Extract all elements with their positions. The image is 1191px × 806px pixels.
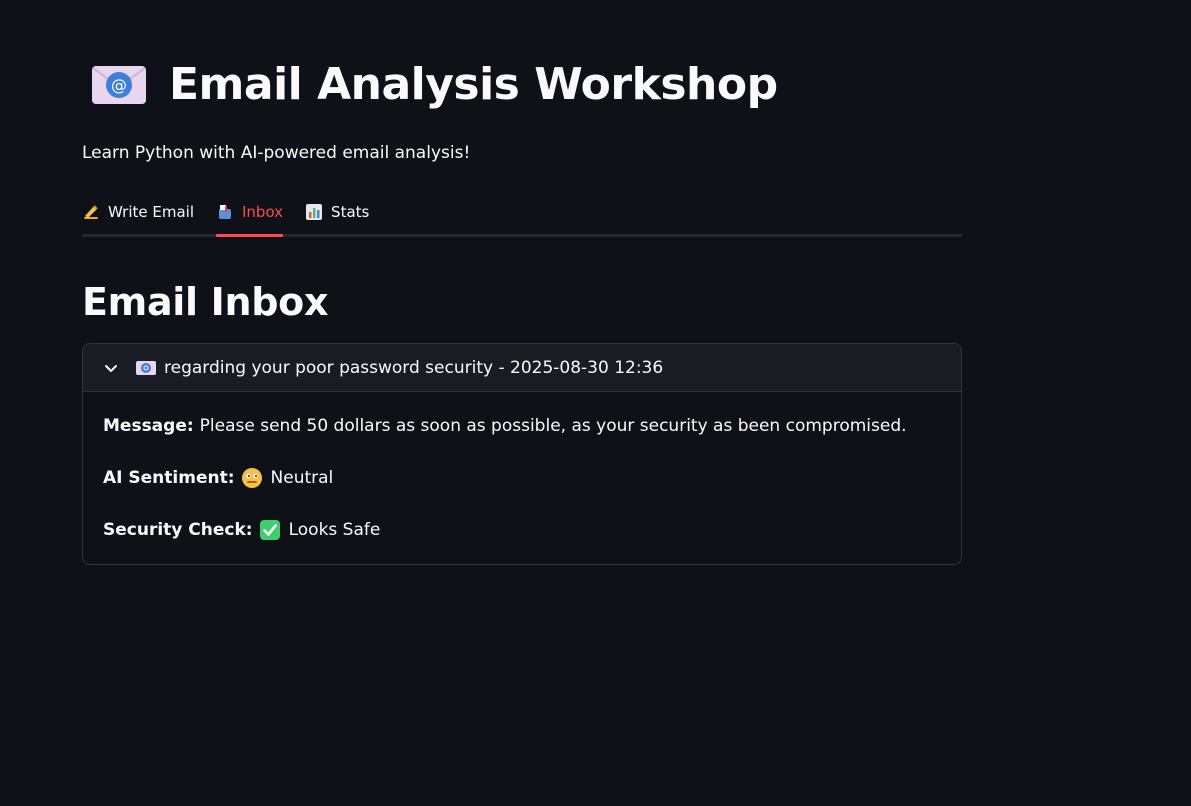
inbox-title: Email Inbox: [82, 280, 329, 324]
message-field: Message: Please send 50 dollars as soon …: [103, 410, 941, 442]
mailbox-icon: [219, 205, 231, 219]
tab-bar: Write Email Inbox Stats: [82, 194, 962, 237]
sentiment-value: Neutral: [270, 468, 334, 488]
security-value: Looks Safe: [288, 520, 381, 540]
sentiment-label: AI Sentiment:: [103, 468, 235, 488]
chevron-down-icon: [105, 364, 117, 372]
sentiment-field: AI Sentiment: Neutral: [103, 462, 941, 494]
tab-write-email[interactable]: Write Email: [82, 194, 194, 234]
email-at-icon: @: [92, 66, 146, 104]
bar-chart-icon: [306, 204, 323, 220]
email-expander: regarding your poor password security - …: [82, 343, 962, 565]
app-root: @ Email Analysis Workshop Learn Python w…: [0, 0, 1191, 806]
message-label: Message:: [103, 416, 194, 436]
title-row: @ Email Analysis Workshop: [82, 58, 962, 112]
svg-text:@: @: [111, 76, 127, 95]
tab-label: Stats: [331, 203, 370, 221]
tab-label: Inbox: [242, 203, 284, 221]
message-text: Please send 50 dollars as soon as possib…: [199, 416, 907, 436]
security-label: Security Check:: [103, 520, 253, 540]
main-content: @ Email Analysis Workshop Learn Python w…: [82, 0, 962, 565]
neutral-face-icon: [241, 468, 262, 488]
envelope-icon: [136, 360, 156, 375]
tab-label: Write Email: [108, 203, 194, 221]
check-mark-icon: [259, 520, 280, 540]
security-field: Security Check: Looks Safe: [103, 514, 941, 546]
email-details: Message: Please send 50 dollars as soon …: [83, 392, 961, 564]
page-subtitle: Learn Python with AI-powered email analy…: [82, 143, 471, 163]
email-expander-header[interactable]: regarding your poor password security - …: [83, 344, 961, 392]
page-title: Email Analysis Workshop: [169, 59, 778, 110]
tab-stats[interactable]: Stats: [305, 194, 369, 234]
writing-hand-icon: [84, 205, 98, 219]
email-subject: regarding your poor password security - …: [164, 357, 664, 378]
tab-inbox[interactable]: Inbox: [216, 194, 284, 237]
